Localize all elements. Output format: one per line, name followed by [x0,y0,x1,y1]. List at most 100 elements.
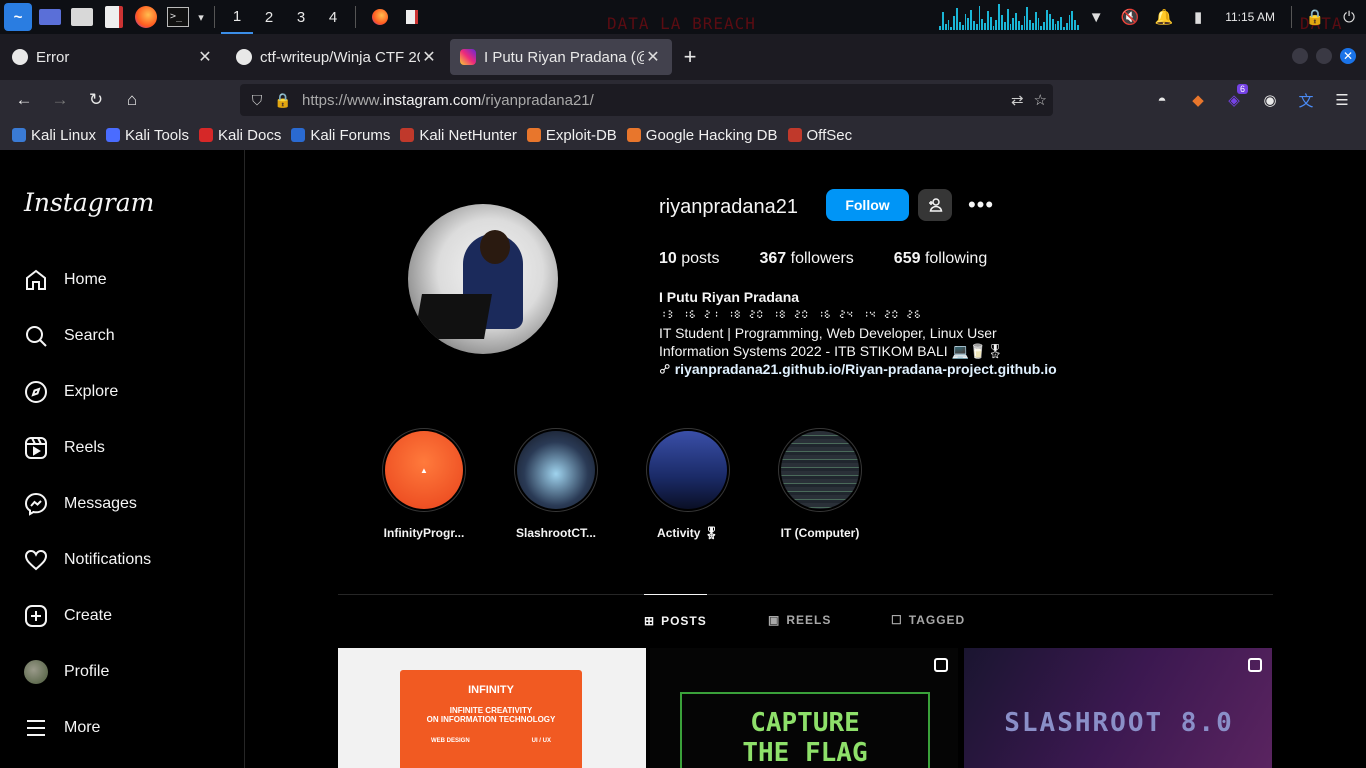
bookmark-kali-tools[interactable]: Kali Tools [106,127,189,144]
pocket-icon[interactable]: ◓ [1148,84,1176,116]
post-image: INFINITY INFINITE CREATIVITY ON INFORMAT… [400,670,582,768]
shield-icon[interactable]: ⛉ [244,92,270,109]
mute-icon[interactable]: 🔇 [1113,0,1147,34]
workspace-1[interactable]: 1 [221,0,253,34]
system-tray: ▼ 🔇 🔔 ▮ 11:15 AM 🔒 ⏻ [939,0,1366,34]
github-icon [236,49,252,65]
story-highlight[interactable]: ▲ InfinityProgr... [374,428,474,540]
workspace-4[interactable]: 4 [317,0,349,34]
maximize-button[interactable] [1316,48,1332,64]
tagged-icon: ☐ [891,613,903,627]
new-tab-button[interactable]: + [672,44,708,70]
profile-username: riyanpradana21 [659,196,798,218]
tab-error[interactable]: Error ✕ [2,39,224,75]
text-editor-icon[interactable] [100,3,128,31]
bell-icon[interactable]: 🔔 [1147,0,1181,34]
highlight-cover [649,431,727,509]
reels-icon: ▣ [768,613,781,627]
grid-icon: ⊞ [644,613,656,628]
sidebar-item-search[interactable]: Search [24,324,115,348]
post-image: CAPTURE THE FLAG [680,692,930,768]
profile-link[interactable]: ⚯riyanpradana21.github.io/Riyan-pradana-… [655,359,1159,379]
options-icon[interactable]: ••• [966,189,996,221]
post-thumbnail[interactable]: INFINITY INFINITE CREATIVITY ON INFORMAT… [338,648,646,768]
wifi-icon[interactable]: ▼ [1079,0,1113,34]
back-button[interactable]: ← [6,84,42,116]
story-highlight[interactable]: SlashrootCT... [506,428,606,540]
sidebar-item-notifications[interactable]: Notifications [24,548,151,572]
menu-icon[interactable]: ☰ [1328,84,1356,116]
bookmark-kali-linux[interactable]: Kali Linux [12,127,96,144]
tab-instagram-profile[interactable]: I Putu Riyan Pradana (@ri ✕ [450,39,672,75]
address-bar[interactable]: ⛉ 🔒 https://www.instagram.com/riyanprada… [240,84,1053,116]
tab-ctf-writeup[interactable]: ctf-writeup/Winja CTF 20 ✕ [226,39,448,75]
translate-extension-icon[interactable]: 文 [1292,84,1320,116]
workspace-2[interactable]: 2 [253,0,285,34]
close-tab-icon[interactable]: ✕ [420,47,438,67]
sidebar-item-label: Search [64,327,115,344]
bookmark-kali-forums[interactable]: Kali Forums [291,127,390,144]
logout-icon[interactable]: ⏻ [1332,0,1366,34]
sidebar-item-messages[interactable]: Messages [24,492,137,516]
link-icon: ⚯ [655,359,675,379]
battery-icon[interactable]: ▮ [1181,0,1215,34]
followers-count[interactable]: 367 followers [760,250,854,268]
following-count[interactable]: 659 following [894,250,987,268]
show-desktop-icon[interactable] [36,3,64,31]
system-panel: DATA LA BREACH DATA LA ~ >_ ▾ 1 2 3 4 ▼ … [0,0,1366,52]
close-tab-icon[interactable]: ✕ [196,47,214,67]
instagram-logo[interactable]: Instagram [24,188,154,217]
sidebar-item-more[interactable]: More [24,716,100,740]
workspace-3[interactable]: 3 [285,0,317,34]
bookmark-kali-docs[interactable]: Kali Docs [198,127,281,144]
bookmark-star-icon[interactable]: ☆ [1034,91,1047,109]
url-text[interactable]: https://www.instagram.com/riyanpradana21… [302,92,594,109]
chevron-down-icon[interactable]: ▾ [194,3,208,31]
post-thumbnail[interactable]: SLASHROOT 8.0 [964,648,1272,768]
follow-button[interactable]: Follow [826,189,909,221]
kali-menu-button[interactable]: ~ [4,3,32,31]
sidebar-item-label: Profile [64,663,110,680]
nethunter-icon [400,128,415,142]
taskbar-editor-icon[interactable] [398,3,426,31]
bookmark-google-hacking-db[interactable]: Google Hacking DB [626,127,778,144]
highlight-label: Activity 🎖 [657,526,719,540]
story-highlight[interactable]: Activity 🎖 [638,428,738,540]
sidebar-item-create[interactable]: Create [24,604,112,628]
bookmark-offsec[interactable]: OffSec [787,127,852,144]
cookie-icon[interactable]: ◉ [1256,84,1284,116]
story-highlight[interactable]: IT (Computer) [770,428,870,540]
sidebar-item-reels[interactable]: Reels [24,436,105,460]
file-manager-icon[interactable] [68,3,96,31]
post-image: SLASHROOT 8.0 [1004,708,1234,738]
tab-posts[interactable]: ⊞ POSTS [644,594,707,646]
heart-icon [24,548,48,572]
extension-icon[interactable]: ◈ 6 [1220,84,1248,116]
reload-button[interactable]: ↻ [78,84,114,116]
firefox-icon[interactable] [132,3,160,31]
lock-icon[interactable]: 🔒 [270,92,296,109]
translate-icon[interactable]: ⇄ [1011,91,1024,109]
sidebar-item-profile[interactable]: Profile [24,660,109,684]
sidebar-item-explore[interactable]: Explore [24,380,118,404]
lock-icon[interactable]: 🔒 [1298,0,1332,34]
post-thumbnail[interactable]: CAPTURE THE FLAG [650,648,958,768]
terminal-icon[interactable]: >_ [164,3,192,31]
foxyproxy-icon[interactable]: ◆ [1184,84,1212,116]
minimize-button[interactable] [1292,48,1308,64]
taskbar-firefox-icon[interactable] [366,3,394,31]
sidebar-item-label: Home [64,271,107,288]
bookmark-exploit-db[interactable]: Exploit-DB [526,127,617,144]
tab-reels[interactable]: ▣ REELS [768,594,831,646]
forward-button[interactable]: → [42,84,78,116]
instagram-icon [460,49,476,65]
clock[interactable]: 11:15 AM [1215,10,1285,24]
bookmark-kali-nethunter[interactable]: Kali NetHunter [400,127,517,144]
home-button[interactable]: ⌂ [114,84,150,116]
suggested-users-button[interactable] [918,189,952,221]
profile-picture[interactable] [408,204,558,354]
tab-tagged[interactable]: ☐ TAGGED [891,594,965,646]
sidebar-item-home[interactable]: Home [24,268,107,292]
close-tab-icon[interactable]: ✕ [644,47,662,67]
close-window-button[interactable]: ✕ [1340,48,1356,64]
